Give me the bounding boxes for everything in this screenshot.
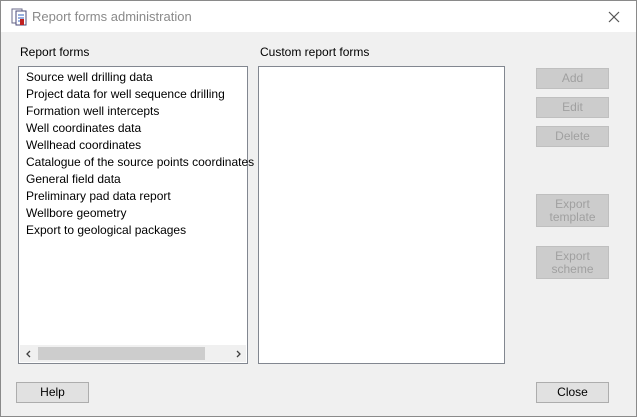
help-button[interactable]: Help (16, 382, 89, 403)
list-item[interactable]: Project data for well sequence drilling (19, 86, 247, 103)
chevron-right-icon[interactable] (229, 345, 246, 362)
list-item[interactable]: Export to geological packages (19, 222, 247, 239)
list-item[interactable]: Preliminary pad data report (19, 188, 247, 205)
export-template-button[interactable]: Export template (536, 194, 609, 227)
dialog-window: Report forms administration Report forms… (0, 0, 637, 417)
report-forms-icon (10, 8, 28, 26)
export-template-label-line1: Export (555, 196, 590, 211)
list-item[interactable]: Catalogue of the source points coordinat… (19, 154, 254, 171)
export-scheme-label-line2: scheme (551, 261, 594, 276)
list-item[interactable]: Formation well intercepts (19, 103, 247, 120)
export-scheme-label-line1: Export (555, 248, 590, 263)
export-scheme-button[interactable]: Export scheme (536, 246, 609, 279)
list-item[interactable]: General field data (19, 171, 247, 188)
report-forms-label: Report forms (20, 45, 90, 59)
close-icon[interactable] (592, 1, 636, 32)
add-button[interactable]: Add (536, 68, 609, 89)
title-bar[interactable]: Report forms administration (1, 1, 636, 32)
custom-report-forms-list[interactable] (258, 66, 505, 364)
chevron-left-icon[interactable] (20, 345, 37, 362)
report-forms-list[interactable]: Source well drilling data Project data f… (18, 66, 254, 364)
list-item[interactable]: Source well drilling data (19, 69, 247, 86)
window-title: Report forms administration (32, 9, 192, 24)
edit-button[interactable]: Edit (536, 97, 609, 118)
close-button[interactable]: Close (536, 382, 609, 403)
scroll-thumb[interactable] (38, 347, 205, 360)
horizontal-scrollbar[interactable] (20, 345, 246, 362)
list-item[interactable]: Well coordinates data (19, 120, 247, 137)
custom-report-forms-label: Custom report forms (260, 45, 370, 59)
list-item[interactable]: Wellhead coordinates (19, 137, 247, 154)
export-template-label-line2: template (549, 209, 596, 224)
list-item[interactable]: Wellbore geometry (19, 205, 247, 222)
delete-button[interactable]: Delete (536, 126, 609, 147)
